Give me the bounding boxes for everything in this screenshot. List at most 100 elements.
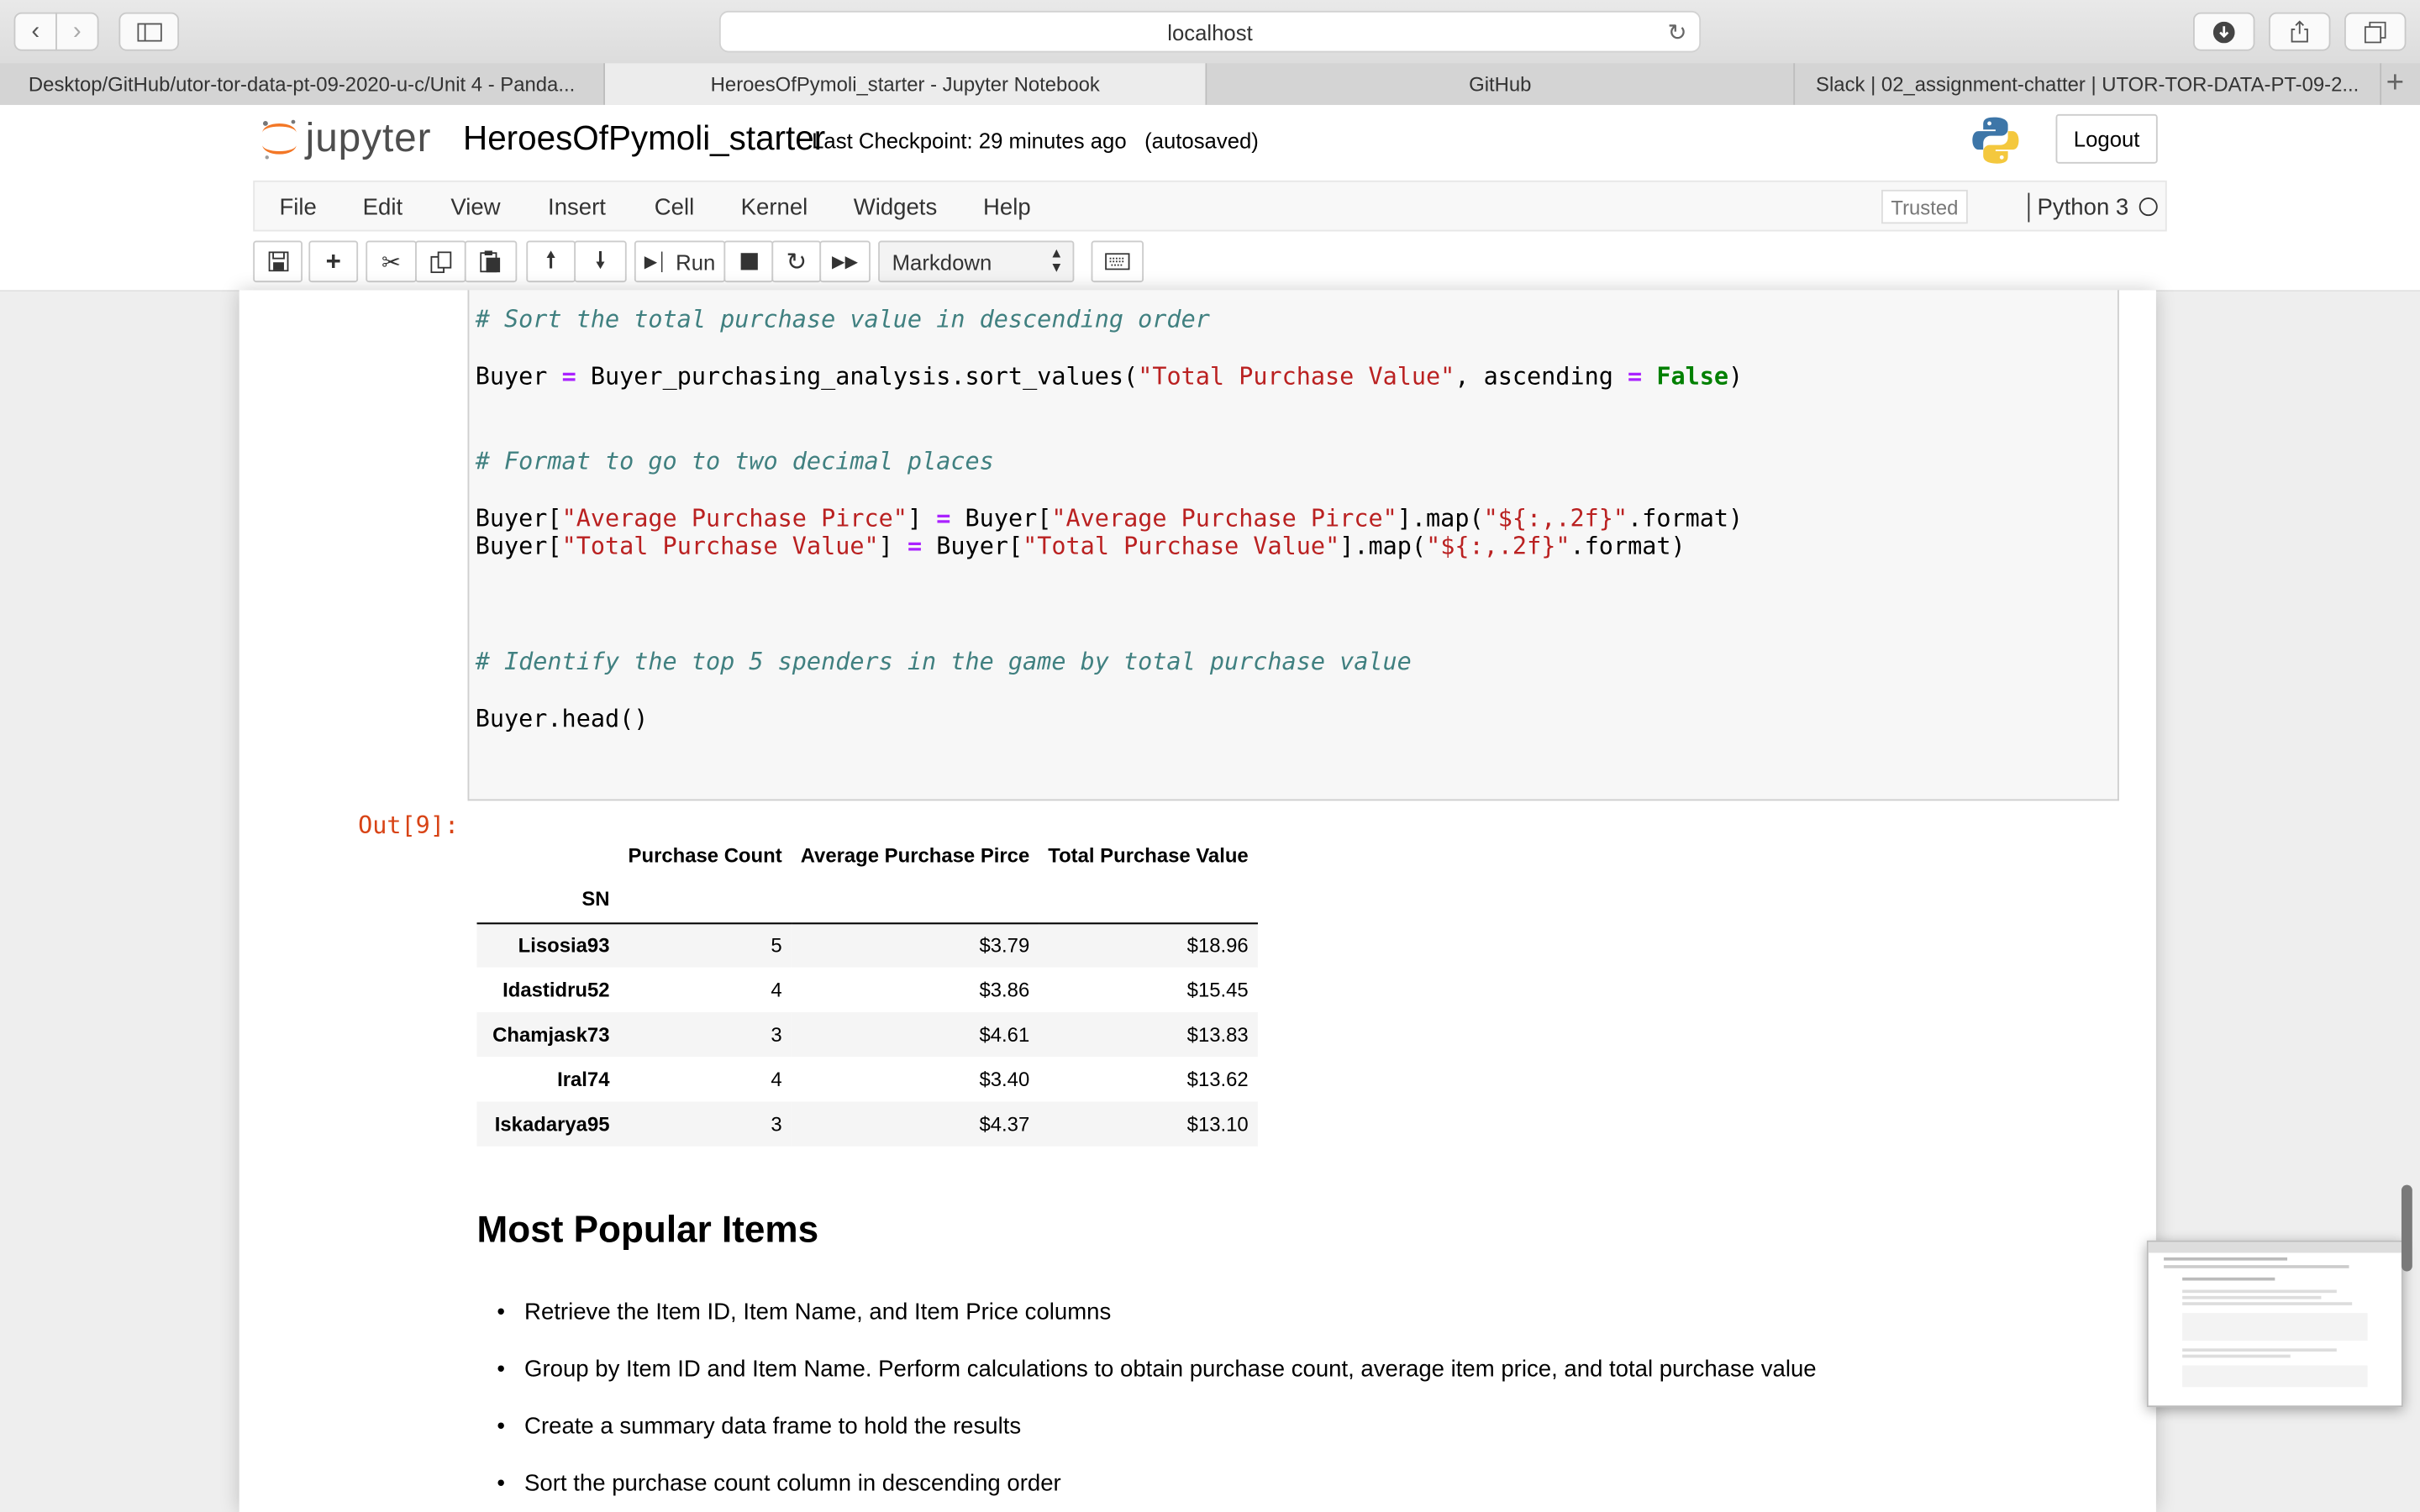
- cell-type-select[interactable]: Markdown ▲ ▼: [878, 240, 1075, 283]
- notebook-name[interactable]: HeroesOfPymoli_starter: [463, 118, 825, 159]
- new-tab-icon[interactable]: +: [2386, 66, 2404, 102]
- cell-count: 5: [771, 933, 782, 958]
- row-index: Lisosia93: [518, 933, 610, 958]
- share-button[interactable]: [2269, 12, 2331, 51]
- code-line: Buyer = Buyer_purchasing_analysis.sort_v…: [475, 362, 1744, 391]
- jupyter-logo[interactable]: jupyter: [260, 114, 432, 162]
- share-icon: [2291, 20, 2308, 43]
- reload-icon[interactable]: ↻: [1667, 18, 1686, 46]
- menu-insert[interactable]: Insert: [548, 182, 606, 234]
- run-label: Run: [676, 249, 716, 275]
- tab-label: Desktop/GitHub/utor-tor-data-pt-09-2020-…: [28, 72, 576, 96]
- tab-label: HeroesOfPymoli_starter - Jupyter Noteboo…: [710, 72, 1100, 96]
- code-line: Buyer.head(): [475, 705, 649, 733]
- screenshot-thumbnail[interactable]: [2146, 1240, 2403, 1408]
- tab-jupyter[interactable]: HeroesOfPymoli_starter - Jupyter Noteboo…: [605, 63, 1207, 105]
- list-item: • Retrieve the Item ID, Item Name, and I…: [497, 1299, 1112, 1326]
- jupyter-logo-text: jupyter: [305, 113, 432, 161]
- menu-kernel[interactable]: Kernel: [741, 182, 808, 234]
- insert-cell-button[interactable]: +: [308, 240, 359, 283]
- sidebar-icon: [136, 22, 161, 41]
- autosave-text: (autosaved): [1144, 128, 1259, 153]
- row-index: Iskadarya95: [494, 1112, 610, 1136]
- index-name-row: SN: [476, 876, 1258, 923]
- table-row: Idastidru52 4 $3.86 $15.45: [477, 968, 1258, 1012]
- chevron-left-icon: ‹: [31, 18, 40, 45]
- menu-view[interactable]: View: [450, 182, 500, 234]
- cell-total: $13.83: [1186, 1022, 1249, 1047]
- menu-cell[interactable]: Cell: [655, 182, 694, 234]
- menu-widgets[interactable]: Widgets: [854, 182, 938, 234]
- kernel-name[interactable]: Python 3: [2037, 182, 2128, 234]
- command-palette-button[interactable]: [1091, 240, 1144, 283]
- paste-button[interactable]: [464, 240, 518, 283]
- tab-slack[interactable]: Slack | 02_assignment-chatter | UTOR-TOR…: [1795, 63, 2382, 105]
- tab-unit4[interactable]: Desktop/GitHub/utor-tor-data-pt-09-2020-…: [0, 63, 605, 105]
- copy-button[interactable]: [415, 240, 466, 283]
- checkpoint-status: Last Checkpoint: 29 minutes ago (autosav…: [812, 128, 1259, 152]
- list-item-text: Create a summary data frame to hold the …: [524, 1413, 1022, 1440]
- restart-button[interactable]: ↻: [771, 240, 822, 283]
- paste-icon: [480, 250, 501, 273]
- save-icon: [267, 251, 288, 272]
- row-index: Iral74: [557, 1068, 610, 1091]
- cell-count: 4: [771, 1068, 782, 1091]
- row-index: Chamjask73: [492, 1022, 610, 1047]
- dataframe-table: Purchase Count Average Purchase Pirce To…: [476, 833, 1258, 1147]
- cell-count: 3: [771, 1112, 782, 1136]
- scissors-icon: ✂: [381, 249, 402, 276]
- menu-file[interactable]: File: [279, 182, 316, 234]
- column-header: Average Purchase Pirce: [800, 843, 1030, 867]
- cell-count: 3: [771, 1022, 782, 1047]
- row-index: Idastidru52: [502, 978, 610, 1002]
- tabs-icon: [2364, 20, 2386, 43]
- trusted-indicator[interactable]: Trusted: [1881, 189, 1968, 224]
- fast-forward-icon: ▶▶: [832, 253, 859, 272]
- address-bar[interactable]: localhost ↻: [718, 10, 1702, 53]
- tabs-overview-button[interactable]: [2344, 12, 2407, 51]
- cell-avg: $3.86: [979, 978, 1030, 1002]
- sidebar-toggle-button[interactable]: [118, 12, 180, 51]
- table-row: Chamjask73 3 $4.61 $13.83: [476, 1011, 1258, 1058]
- tab-label: GitHub: [1469, 72, 1532, 96]
- code-line: # Sort the total purchase value in desce…: [476, 306, 1210, 333]
- code-line: Buyer["Total Purchase Value"] = Buyer["T…: [475, 532, 1686, 560]
- move-up-button[interactable]: 🠕: [526, 240, 576, 283]
- keyboard-icon: [1105, 253, 1130, 270]
- menu-help[interactable]: Help: [983, 182, 1031, 234]
- code-line: Buyer["Average Purchase Pirce"] = Buyer[…: [475, 504, 1744, 533]
- code-comment: # Identify the top 5 spenders in the gam…: [475, 648, 1412, 676]
- forward-button[interactable]: ›: [55, 12, 99, 51]
- kernel-status-icon: [2139, 197, 2158, 217]
- scrollbar-thumb[interactable]: [2401, 1184, 2412, 1272]
- tab-github[interactable]: GitHub: [1207, 63, 1796, 105]
- cell-type-value: Markdown: [892, 249, 992, 275]
- back-button[interactable]: ‹: [13, 12, 57, 51]
- restart-run-all-button[interactable]: ▶▶: [819, 240, 871, 283]
- list-item-text: Sort the purchase count column in descen…: [524, 1470, 1061, 1497]
- column-header: Purchase Count: [628, 843, 782, 867]
- step-forward-icon: ▶│: [644, 253, 668, 272]
- logout-button[interactable]: Logout: [2055, 113, 2158, 164]
- code-line: # Identify the top 5 spenders in the gam…: [476, 648, 1412, 675]
- tab-label: Slack | 02_assignment-chatter | UTOR-TOR…: [1816, 72, 2360, 96]
- markdown-heading: Most Popular Items: [476, 1210, 819, 1252]
- address-text: localhost: [1167, 18, 1253, 45]
- run-button[interactable]: ▶│ Run: [634, 240, 726, 283]
- cell-total: $13.62: [1186, 1068, 1249, 1091]
- menu-edit[interactable]: Edit: [363, 182, 402, 234]
- interrupt-button[interactable]: [723, 240, 774, 283]
- copy-icon: [429, 250, 451, 273]
- table-row: Iskadarya95 3 $4.37 $13.10: [476, 1101, 1258, 1147]
- save-button[interactable]: [253, 240, 302, 283]
- list-item: • Sort the purchase count column in desc…: [497, 1470, 1061, 1497]
- move-down-button[interactable]: 🠗: [574, 240, 627, 283]
- cell-avg: $4.37: [979, 1112, 1030, 1136]
- cell-total: $13.10: [1186, 1112, 1249, 1136]
- cut-button[interactable]: ✂: [366, 240, 417, 283]
- cell-avg: $3.40: [979, 1068, 1030, 1091]
- list-item-text: Group by Item ID and Item Name. Perform …: [524, 1356, 1817, 1383]
- list-item-text: Retrieve the Item ID, Item Name, and Ite…: [524, 1299, 1112, 1326]
- table-row: Lisosia93 5 $3.79 $18.96: [476, 922, 1258, 968]
- downloads-button[interactable]: [2193, 12, 2255, 51]
